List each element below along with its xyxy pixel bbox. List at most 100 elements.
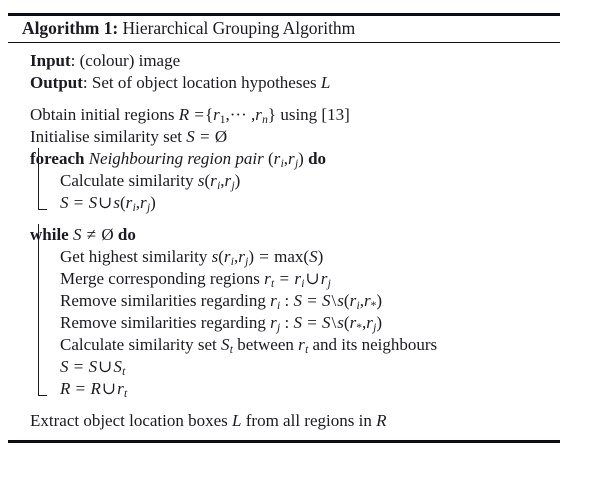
variable-S: S [309, 247, 318, 266]
subscript-j: j [327, 278, 331, 291]
algorithm-figure: Algorithm 1: Hierarchical Grouping Algor… [8, 13, 560, 443]
algorithm-caption: Algorithm 1: Hierarchical Grouping Algor… [8, 16, 560, 42]
paren-close: ) [376, 313, 382, 332]
line-get-highest-similarity: Get highest similarity s(ri,rj) = max(S) [8, 246, 560, 268]
obtain-regions-citation: using [13] [280, 105, 350, 124]
line-r-union-rt: R = R∪rt [8, 378, 560, 400]
do-keyword: do [308, 149, 327, 168]
variable-rj-arg: r [366, 313, 373, 332]
variable-R-rhs: R [90, 379, 101, 398]
paren-close: ) [248, 247, 255, 266]
subscript-t: t [229, 344, 233, 357]
subscript-i: i [277, 300, 281, 313]
variable-ri: r [223, 247, 231, 266]
variable-S: S [60, 357, 69, 376]
equals-sign: = [73, 357, 84, 376]
neighbours-text: and its neighbours [312, 335, 438, 354]
variable-St: S [221, 335, 230, 354]
variable-r-star: r [363, 291, 371, 310]
variable-S-rhs: S [88, 357, 98, 376]
input-label: Input [30, 51, 71, 70]
bottom-rule [8, 440, 560, 443]
variable-ri: r [270, 291, 277, 310]
variable-r: r [213, 105, 220, 124]
output-label: Output [30, 73, 83, 92]
variable-rj: r [140, 193, 147, 212]
foreach-condition: Neighbouring region pair [88, 149, 264, 168]
output-value: : Set of object location hypotheses [82, 73, 317, 92]
equals-sign: = [279, 269, 290, 288]
not-equals-sign: ≠ [86, 225, 97, 244]
calculate-similarity-text: Calculate similarity [60, 171, 194, 190]
variable-rt: r [298, 335, 305, 354]
extract-boxes-text: Extract object location boxes [30, 411, 228, 430]
variable-S-rhs: S [322, 313, 331, 332]
obtain-regions-text: Obtain initial regions [30, 105, 175, 124]
paren-close: ) [376, 291, 382, 310]
variable-S: S [186, 127, 195, 146]
variable-S: S [293, 291, 302, 310]
line-input: Input: (colour) image [8, 50, 560, 72]
line-init-similarity: Initialise similarity set S = Ø [8, 126, 560, 148]
line-obtain-regions: Obtain initial regions R ={r1,··· ,rn} u… [8, 104, 560, 126]
equals-sign: = [259, 247, 269, 266]
remove-similarities-i-text: Remove similarities regarding [60, 291, 266, 310]
equals-sign: = [307, 291, 317, 310]
function-s: s [113, 193, 120, 212]
subscript-t: t [122, 366, 126, 379]
while-keyword: while [30, 225, 69, 244]
extract-boxes-text-2: from all regions in [245, 411, 372, 430]
variable-r-n: r [255, 105, 262, 124]
variable-rt: r [264, 269, 271, 288]
variable-rt: r [117, 379, 124, 398]
set-open-brace: { [204, 105, 214, 124]
input-value: : (colour) image [70, 51, 181, 70]
empty-set-symbol: Ø [101, 225, 114, 244]
do-keyword: do [117, 225, 136, 244]
subscript-t: t [271, 278, 275, 291]
equals-sign: = [73, 193, 84, 212]
variable-L: L [232, 411, 242, 430]
union-operator: ∪ [98, 357, 113, 376]
foreach-block: foreach Neighbouring region pair (ri,rj)… [8, 148, 560, 214]
line-remove-similarities-j: Remove similarities regarding rj : S = S… [8, 312, 560, 334]
merge-regions-text: Merge corresponding regions [60, 269, 260, 288]
remove-similarities-j-text: Remove similarities regarding [60, 313, 266, 332]
equals-sign: = [75, 379, 86, 398]
algorithm-title: Hierarchical Grouping Algorithm [122, 18, 356, 38]
ellipsis: ,··· , [225, 105, 256, 124]
function-s: s [337, 313, 344, 332]
variable-R: R [376, 411, 387, 430]
union-operator: ∪ [305, 269, 320, 288]
variable-R: R [178, 105, 190, 124]
equals-sign: = [200, 127, 210, 146]
line-output: Output: Set of object location hypothese… [8, 72, 560, 94]
union-operator: ∪ [101, 379, 117, 398]
line-merge-regions: Merge corresponding regions rt = ri∪rj [8, 268, 560, 290]
variable-St: S [113, 357, 122, 376]
line-while: while S ≠ Ø do [8, 224, 560, 246]
equals-sign: = [307, 313, 317, 332]
function-s: s [337, 291, 344, 310]
paren-close: ) [150, 193, 156, 212]
variable-S: S [60, 193, 69, 212]
variable-ri: r [210, 171, 217, 190]
variable-ri: r [294, 269, 301, 288]
output-variable: L [320, 73, 331, 92]
variable-S: S [293, 313, 302, 332]
variable-S: S [72, 225, 82, 244]
line-calculate-similarity: Calculate similarity s(ri,rj) [8, 170, 560, 192]
union-operator: ∪ [98, 193, 113, 212]
equals-sign: = [194, 105, 204, 124]
line-calculate-similarity-set: Calculate similarity set St between rt a… [8, 334, 560, 356]
colon: : [284, 313, 290, 332]
line-remove-similarities-i: Remove similarities regarding ri : S = S… [8, 290, 560, 312]
set-close-brace: } [267, 105, 277, 124]
paren-close: ) [317, 247, 324, 266]
variable-rj: r [288, 149, 295, 168]
foreach-keyword: foreach [30, 149, 85, 168]
between-text: between [237, 335, 294, 354]
line-extract-boxes: Extract object location boxes L from all… [8, 410, 560, 432]
variable-rj: r [270, 313, 277, 332]
line-foreach: foreach Neighbouring region pair (ri,rj)… [8, 148, 560, 170]
